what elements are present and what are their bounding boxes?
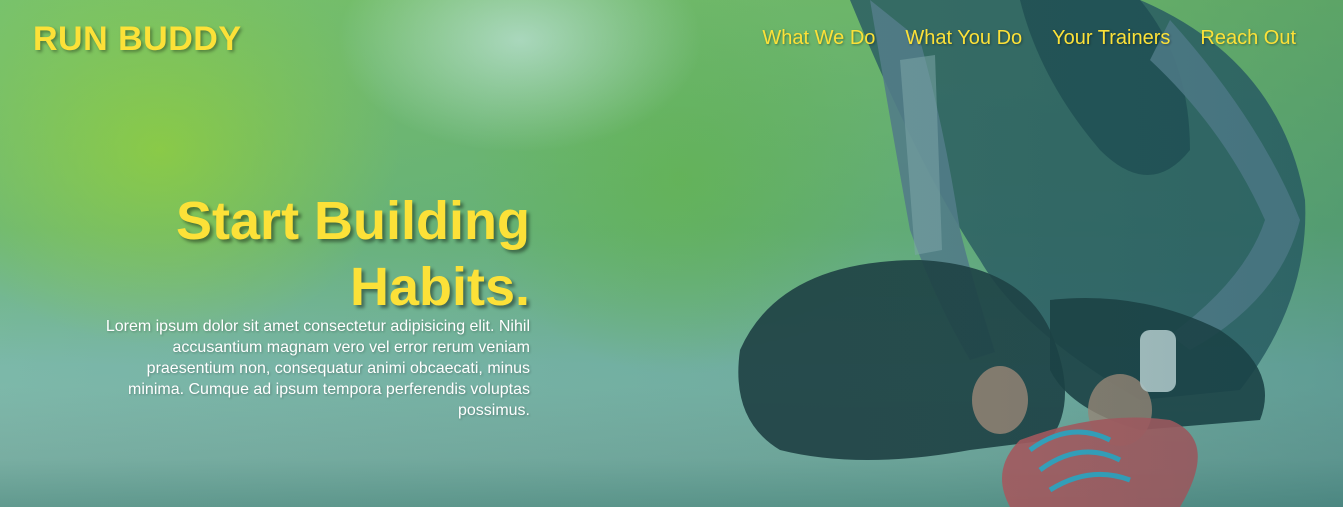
nav-link-what-we-do[interactable]: What We Do <box>762 27 875 50</box>
hero-title: Start Building Habits. <box>176 191 530 317</box>
hero-section: RUN BUDDY What We Do What You Do Your Tr… <box>0 0 1343 507</box>
hero-copy: Start Building Habits. Lorem ipsum dolor… <box>90 188 530 421</box>
site-logo[interactable]: RUN BUDDY <box>33 20 242 59</box>
nav-link-your-trainers[interactable]: Your Trainers <box>1052 27 1170 50</box>
site-header: RUN BUDDY What We Do What You Do Your Tr… <box>0 0 1343 80</box>
hero-description: Lorem ipsum dolor sit amet consectetur a… <box>105 318 530 419</box>
nav-link-reach-out[interactable]: Reach Out <box>1200 27 1296 50</box>
nav-link-what-you-do[interactable]: What You Do <box>905 27 1022 50</box>
main-nav: What We Do What You Do Your Trainers Rea… <box>762 27 1296 50</box>
